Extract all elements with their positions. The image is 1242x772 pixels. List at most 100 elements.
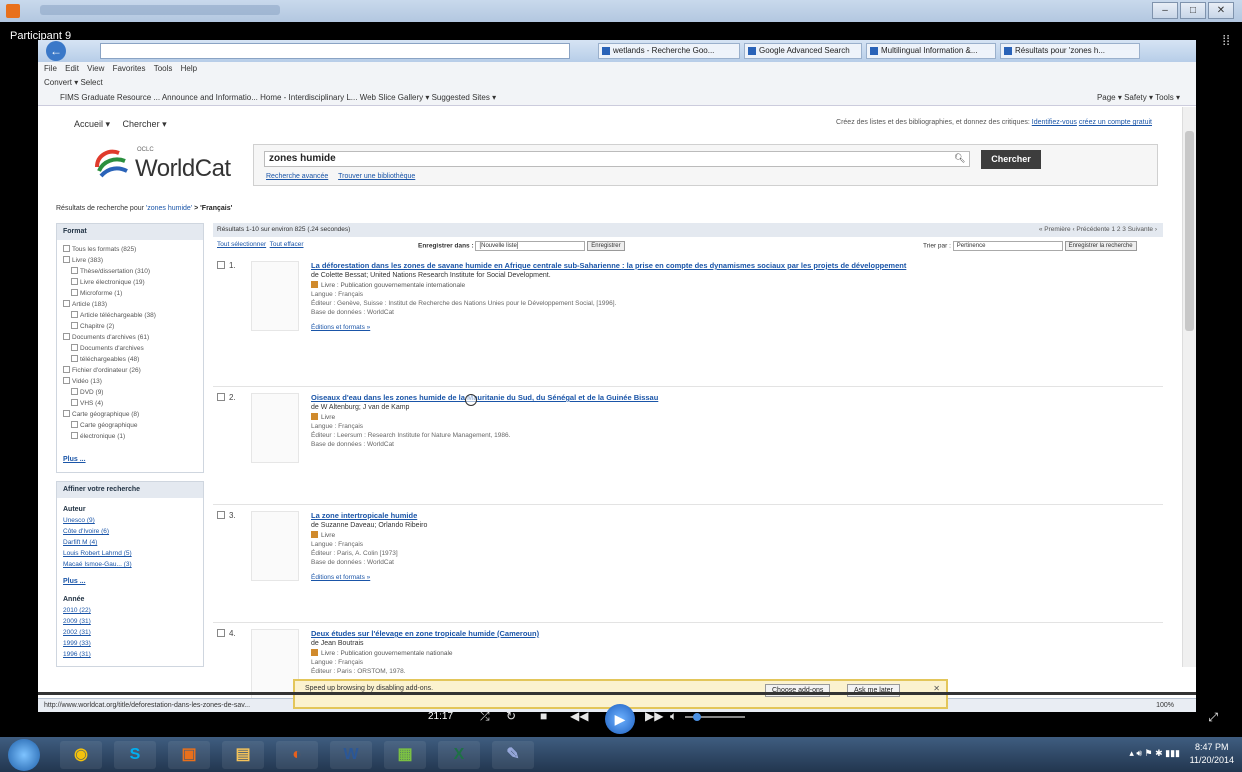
minimize-button[interactable]: – (1152, 2, 1178, 19)
format-facet-item[interactable]: Documents d'archives (63, 343, 199, 354)
seek-bar[interactable] (38, 692, 1196, 695)
tab-google-advanced[interactable]: Google Advanced Search (744, 43, 862, 59)
result-title-link[interactable]: La zone intertropicale humide (311, 511, 1141, 520)
result-title-link[interactable]: La déforestation dans les zones de savan… (311, 261, 1141, 270)
format-facet-item[interactable]: Vidéo (13) (63, 376, 199, 387)
save-list-select[interactable]: [Nouvelle liste] (475, 241, 586, 251)
checkbox[interactable] (71, 432, 78, 439)
favorites-bar[interactable]: FIMS Graduate Resource ... Announce and … (38, 90, 1196, 106)
sort-select[interactable]: Pertinence (952, 241, 1063, 251)
format-facet-item[interactable]: Thèse/dissertation (310) (63, 266, 199, 277)
select-all-link[interactable]: Tout sélectionner (217, 241, 266, 248)
result-thumbnail[interactable] (251, 629, 299, 699)
result-title-link[interactable]: Deux études sur l'élevage en zone tropic… (311, 629, 1141, 638)
save-button[interactable]: Enregistrer (587, 241, 625, 251)
menu-help[interactable]: Help (181, 64, 197, 73)
checkbox[interactable] (71, 289, 78, 296)
play-icon[interactable]: ▶ (605, 704, 635, 734)
year-facet-link[interactable]: 2002 (31) (63, 627, 199, 638)
format-facet-item[interactable]: Fichier d'ordinateur (26) (63, 365, 199, 376)
advanced-search-link[interactable]: Recherche avancée (266, 173, 328, 180)
zoom-level[interactable]: 100% (1156, 699, 1174, 712)
scrollbar-thumb[interactable] (1185, 131, 1194, 331)
results-for-query[interactable]: 'zones humide' (146, 205, 192, 212)
checkbox[interactable] (71, 311, 78, 318)
editions-formats-link[interactable]: Éditions et formats » (311, 574, 370, 581)
format-facet-item[interactable]: Chapitre (2) (63, 321, 199, 332)
maximize-button[interactable]: □ (1180, 2, 1206, 19)
format-more-link[interactable]: Plus ... (63, 456, 86, 463)
format-facet-item[interactable]: électronique (1) (63, 431, 199, 442)
nav-chercher[interactable]: Chercher ▾ (123, 119, 167, 129)
year-facet-link[interactable]: 1999 (33) (63, 638, 199, 649)
menu-view[interactable]: View (87, 64, 104, 73)
result-thumbnail[interactable] (251, 511, 299, 581)
clock[interactable]: 8:47 PM 11/20/2014 (1190, 741, 1234, 767)
rewind-icon[interactable]: ◀◀ (570, 709, 588, 723)
year-facet-link[interactable]: 2009 (31) (63, 616, 199, 627)
checkbox[interactable] (63, 377, 70, 384)
checkbox[interactable] (63, 333, 70, 340)
format-facet-item[interactable]: Livre électronique (19) (63, 277, 199, 288)
repeat-icon[interactable]: ↻ (506, 709, 516, 723)
checkbox[interactable] (71, 344, 78, 351)
stop-icon[interactable]: ■ (540, 709, 547, 723)
volume-slider[interactable] (685, 713, 745, 721)
login-link[interactable]: Identifiez-vous (1032, 119, 1077, 126)
search-icon[interactable]: 🔍︎ (954, 153, 965, 164)
command-bar[interactable]: Convert ▾ Select (38, 76, 1196, 90)
checkbox[interactable] (63, 300, 70, 307)
format-facet-item[interactable]: Microforme (1) (63, 288, 199, 299)
format-facet-item[interactable]: Article (183) (63, 299, 199, 310)
ask-later-button[interactable]: Ask me later (847, 684, 900, 697)
checkbox[interactable] (63, 256, 70, 263)
format-facet-item[interactable]: DVD (9) (63, 387, 199, 398)
media-player-icon[interactable]: ▣ (168, 741, 210, 769)
checkbox[interactable] (71, 421, 78, 428)
editions-formats-link[interactable]: Éditions et formats » (311, 324, 370, 331)
author-facet-link[interactable]: Unesco (9) (63, 515, 199, 526)
pager[interactable]: « Première ‹ Précédente 1 2 3 Suivante › (1039, 223, 1157, 237)
author-more-link[interactable]: Plus ... (63, 578, 86, 585)
tab-resultats[interactable]: Résultats pour 'zones h... (1000, 43, 1140, 59)
skype-icon[interactable]: S (114, 741, 156, 769)
clear-all-link[interactable]: Tout effacer (270, 241, 304, 248)
format-facet-item[interactable]: Livre (383) (63, 255, 199, 266)
result-checkbox[interactable] (217, 393, 225, 401)
author-facet-link[interactable]: Louis Robert Lahrnd (5) (63, 548, 199, 559)
author-facet-link[interactable]: Macaé Ismoe-Gau... (3) (63, 559, 199, 570)
menu-file[interactable]: File (44, 64, 57, 73)
format-facet-item[interactable]: Carte géographique (63, 420, 199, 431)
format-facet-item[interactable]: Documents d'archives (61) (63, 332, 199, 343)
format-facet-item[interactable]: Tous les formats (825) (63, 244, 199, 255)
checkbox[interactable] (71, 278, 78, 285)
fast-forward-icon[interactable]: ▶▶ (645, 709, 663, 723)
worldcat-logo[interactable]: OCLC WorldCat (93, 143, 231, 193)
year-facet-link[interactable]: 2010 (22) (63, 605, 199, 616)
checkbox[interactable] (63, 245, 70, 252)
save-search-button[interactable]: Enregistrer la recherche (1064, 241, 1137, 251)
ie-tools-menu[interactable]: Page ▾ Safety ▾ Tools ▾ (1097, 90, 1180, 106)
system-tray[interactable]: ▴ 🔊︎ ⚑ ✱ ▮▮▮ (1129, 748, 1180, 759)
nav-accueil[interactable]: Accueil ▾ (74, 119, 110, 129)
result-thumbnail[interactable] (251, 393, 299, 463)
result-title-link[interactable]: Oiseaux d'eau dans les zones humide de l… (311, 393, 1141, 402)
paint-icon[interactable]: ✎ (492, 741, 534, 769)
expand-icon[interactable]: ⁞⁞ (1222, 32, 1230, 48)
shuffle-icon[interactable]: ⤮ (480, 709, 490, 724)
create-account-link[interactable]: créez un compte gratuit (1079, 119, 1152, 126)
author-facet-link[interactable]: Darfift M (4) (63, 537, 199, 548)
tab-multilingual[interactable]: Multilingual Information &... (866, 43, 996, 59)
result-checkbox[interactable] (217, 261, 225, 269)
checkbox[interactable] (63, 366, 70, 373)
tab-wetlands[interactable]: wetlands - Recherche Goo... (598, 43, 740, 59)
volume-icon[interactable]: 🔈︎ (670, 709, 677, 724)
fullscreen-icon[interactable]: ⤢ (1208, 710, 1218, 725)
search-button[interactable]: Chercher (981, 150, 1041, 169)
page-scrollbar[interactable] (1182, 107, 1196, 667)
volume-knob[interactable] (693, 713, 701, 721)
checkbox[interactable] (63, 410, 70, 417)
file-explorer-icon[interactable]: ▤ (222, 741, 264, 769)
result-checkbox[interactable] (217, 629, 225, 637)
result-thumbnail[interactable] (251, 261, 299, 331)
